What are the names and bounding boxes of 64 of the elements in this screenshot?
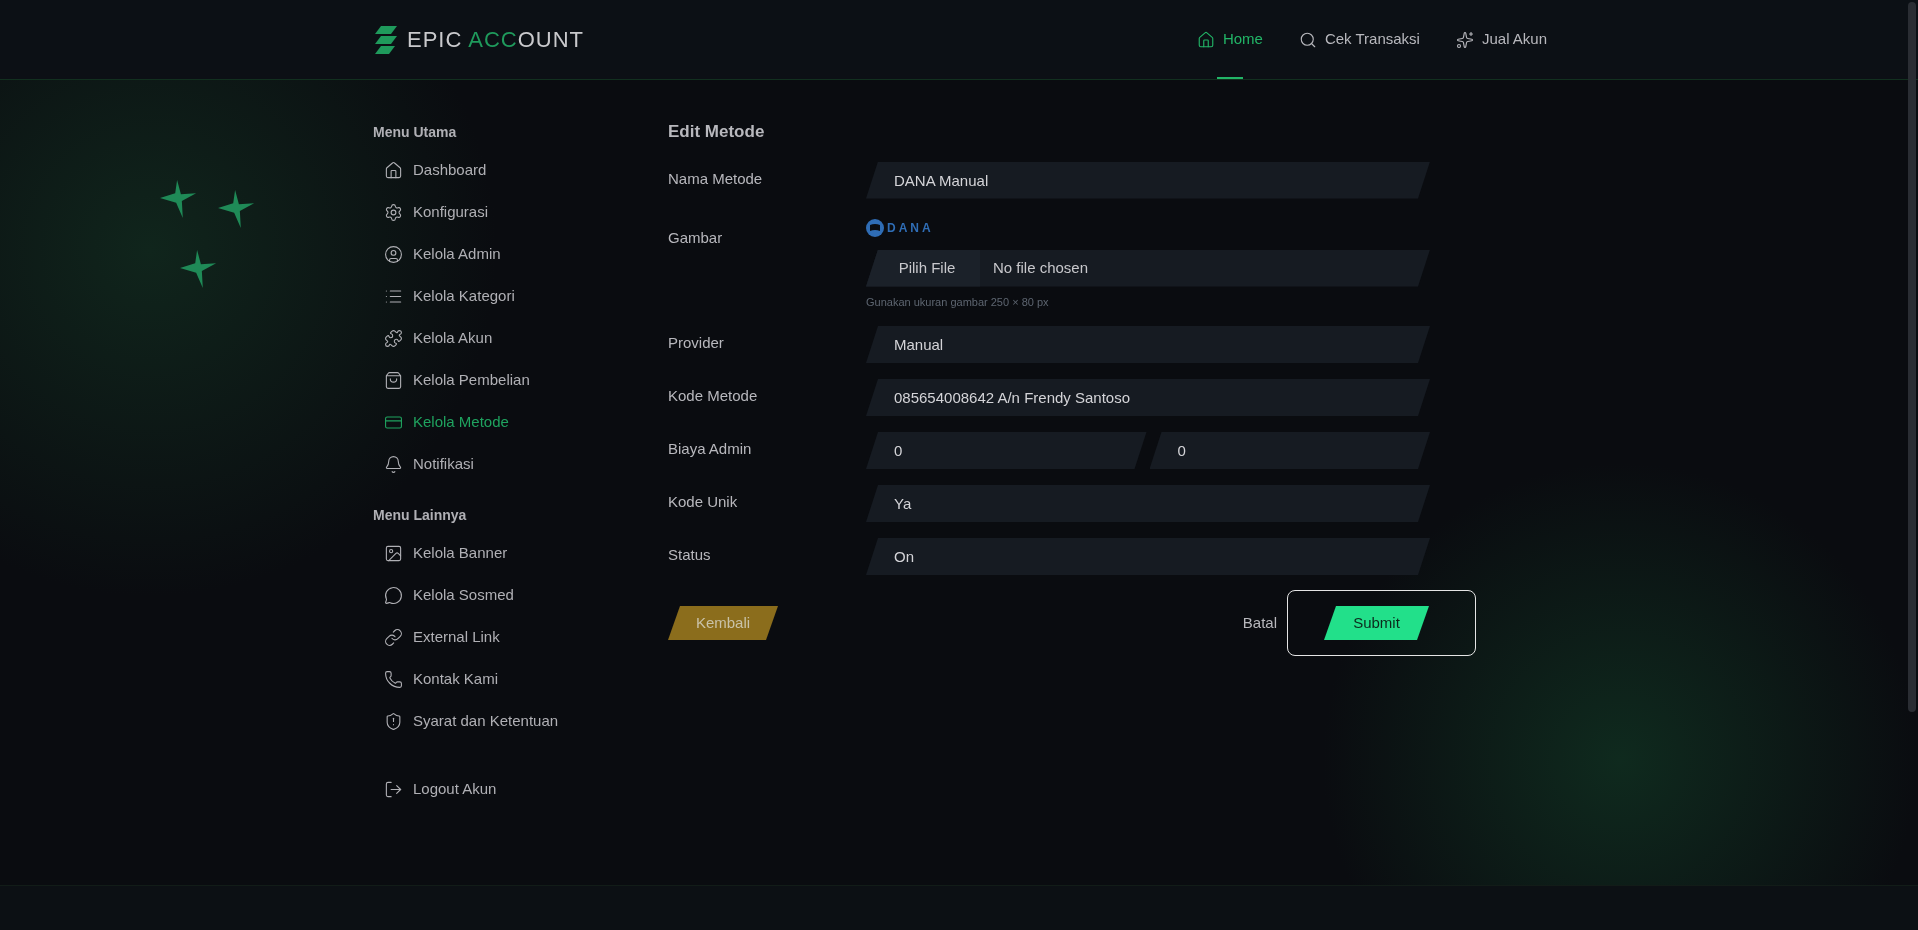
section-title: Menu Lainnya	[373, 506, 468, 525]
home-icon	[384, 160, 403, 180]
sidebar-item[interactable]: Kelola Kategori	[373, 275, 515, 317]
logo-icon	[373, 25, 399, 54]
logout-link[interactable]: Logout Akun	[373, 768, 497, 810]
input-field[interactable]: 085654008642 A/n Frendy Santoso	[866, 379, 1430, 416]
sparkle-star-icon	[180, 250, 218, 288]
input-field[interactable]: On	[866, 538, 1430, 575]
field-label: Provider	[668, 333, 725, 353]
sidebar-item[interactable]: Notifikasi	[373, 443, 474, 485]
page-title: Edit Metode	[668, 121, 766, 143]
sparkle-star-icon	[160, 180, 198, 218]
link-icon	[384, 627, 403, 647]
choose-file-button[interactable]: Pilih File	[866, 249, 980, 287]
sparkles-icon	[1455, 30, 1474, 49]
shield-icon	[384, 711, 403, 731]
input-field[interactable]: 0	[866, 432, 1147, 469]
field-label: Status	[668, 545, 712, 565]
logout-icon	[384, 779, 403, 799]
nav-link[interactable]: Jual Akun	[1455, 0, 1547, 79]
search-icon	[1298, 30, 1317, 49]
sidebar-item[interactable]: Kelola Sosmed	[373, 574, 514, 616]
logo-text: DANA	[887, 219, 934, 237]
bell-icon	[384, 454, 403, 474]
wallet-logo-icon	[866, 218, 884, 237]
sidebar-item[interactable]: Kelola Akun	[373, 317, 493, 359]
sidebar-item[interactable]: Dashboard	[373, 149, 487, 191]
sidebar-item[interactable]: External Link	[373, 616, 500, 658]
sidebar-item[interactable]: Kelola Metode	[373, 401, 509, 443]
field-label: Gambar	[668, 227, 724, 248]
sidebar-item[interactable]: Kelola Pembelian	[373, 359, 530, 401]
input-field[interactable]: DANA Manual	[866, 161, 1430, 199]
submit-button[interactable]: Submit	[1324, 606, 1429, 640]
input-field[interactable]: Ya	[866, 485, 1430, 522]
field-label: Kode Metode	[668, 386, 759, 406]
field-label: Kode Unik	[668, 492, 739, 512]
input-field[interactable]: 0	[1149, 432, 1430, 469]
settings-icon	[384, 202, 403, 222]
hint-text: Gunakan ukuran gambar 250 × 80 px	[866, 294, 1049, 310]
image-icon	[384, 543, 403, 563]
chat-icon	[384, 585, 403, 605]
bag-icon	[384, 370, 403, 390]
active-underline	[1216, 77, 1243, 79]
logo-text: EPIC ACCOUNT	[407, 26, 585, 54]
scrollbar[interactable]	[1908, 2, 1916, 712]
nav-link[interactable]: Home	[1196, 0, 1263, 79]
user-icon	[384, 244, 403, 264]
file-input[interactable]: Pilih File No file chosen	[866, 249, 1430, 287]
cancel-button[interactable]: Batal	[1242, 611, 1277, 635]
home-icon	[1196, 30, 1215, 49]
sidebar-item[interactable]: Kelola Banner	[373, 532, 508, 574]
phone-icon	[384, 669, 403, 689]
file-status: No file chosen	[993, 257, 1089, 278]
puzzle-icon	[384, 328, 403, 348]
sidebar-item[interactable]: Kelola Admin	[373, 233, 501, 275]
input-field[interactable]: Manual	[866, 326, 1430, 363]
field-label: Biaya Admin	[668, 439, 753, 459]
sidebar-item[interactable]: Syarat dan Ketentuan	[373, 700, 559, 742]
sidebar-item[interactable]: Kontak Kami	[373, 658, 499, 700]
field-label: Nama Metode	[668, 168, 764, 189]
sparkle-star-icon	[218, 190, 256, 228]
sidebar-item[interactable]: Konfigurasi	[373, 191, 489, 233]
section-title: Menu Utama	[373, 123, 458, 142]
nav-link[interactable]: Cek Transaksi	[1298, 0, 1420, 79]
